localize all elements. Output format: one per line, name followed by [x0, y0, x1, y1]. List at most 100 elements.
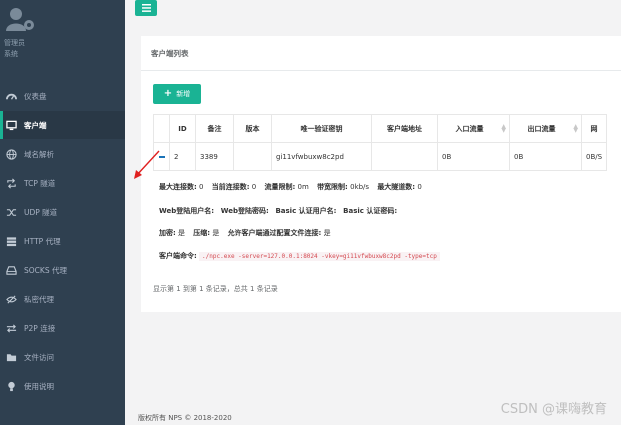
user-settings-icon	[6, 8, 34, 31]
flow-limit-value: 0m	[297, 183, 309, 191]
client-table: ID 备注 版本 唯一验证密钥 客户端地址 入口流量 ▲ ▼ 出口流量 ▲ ▼ 网 2 …	[153, 114, 608, 171]
encrypt-label: 加密:	[159, 229, 176, 237]
add-client-button[interactable]: + 新增	[153, 84, 201, 104]
col-address[interactable]: 客户端地址	[371, 114, 438, 143]
random-icon	[5, 206, 17, 218]
cell-remark: 3389	[195, 142, 234, 171]
sidebar: 管理员 系统 仪表盘 客户端 域名解析 TCP 隧道 UDP 隧道 HTTP 代…	[0, 0, 125, 425]
rate-limit-value: 0kb/s	[350, 183, 370, 191]
sidebar-item-label: UDP 隧道	[24, 207, 58, 217]
col-detail	[153, 114, 170, 143]
profile-username[interactable]: 管理员	[4, 38, 25, 48]
sidebar-item-domains[interactable]: 域名解析	[0, 140, 125, 168]
table-header-row: ID 备注 版本 唯一验证密钥 客户端地址 入口流量 ▲ ▼ 出口流量 ▲ ▼ 网	[153, 114, 608, 143]
client-list-panel: 客户端列表 + 新增 ID 备注 版本 唯一验证密钥 客户端地址 入口流量 ▲ ▼ …	[141, 36, 621, 312]
eye-slash-icon	[5, 293, 17, 305]
max-conn-label: 最大连接数:	[159, 183, 197, 191]
sidebar-item-label: SOCKS 代理	[24, 265, 67, 275]
retweet-icon	[5, 177, 17, 189]
sidebar-item-label: 仪表盘	[24, 91, 47, 101]
lightbulb-icon	[5, 380, 17, 392]
encrypt-value: 是	[178, 229, 186, 237]
cur-conn-label: 当前连接数:	[211, 183, 250, 191]
desktop-icon	[5, 119, 17, 131]
config-conn-value: 是	[323, 229, 331, 237]
max-conn-value: 0	[199, 183, 204, 191]
detail-auth: Web登陆用户名: Web登陆密码: Basic 认证用户名: Basic 认证…	[159, 206, 621, 216]
table-row: 2 3389 gi11vfwbuxw8c2pd 0B 0B 0B/S	[153, 142, 608, 171]
add-client-label: 新增	[176, 90, 191, 98]
folder-icon	[5, 351, 17, 363]
watermark: CSDN @课嗨教育	[500, 402, 607, 417]
sidebar-item-label: P2P 连接	[24, 323, 56, 333]
annotation-arrow	[134, 150, 160, 179]
rate-limit-label: 带宽限制:	[317, 183, 348, 191]
compress-value: 是	[212, 229, 220, 237]
sidebar-item-tcp[interactable]: TCP 隧道	[0, 169, 125, 197]
sidebar-item-label: TCP 隧道	[24, 178, 56, 188]
sort-icon: ▲ ▼	[573, 123, 578, 134]
max-tunnel-value: 0	[417, 183, 422, 191]
sidebar-item-label: 使用说明	[24, 381, 54, 391]
cell-id: 2	[169, 142, 196, 171]
globe-icon	[5, 148, 17, 160]
profile-role: 系统	[4, 50, 18, 58]
sidebar-item-http[interactable]: HTTP 代理	[0, 227, 125, 255]
detail-command: 客户端命令: ./npc.exe -server=127.0.0.1:8024 …	[159, 251, 621, 261]
config-conn-label: 允许客户端通过配置文件连接:	[227, 229, 322, 237]
sidebar-item-files[interactable]: 文件访问	[0, 343, 125, 371]
col-version[interactable]: 版本	[233, 114, 272, 143]
col-remark[interactable]: 备注	[195, 114, 234, 143]
col-inlet-label: 入口流量	[455, 124, 484, 133]
col-speed[interactable]: 网	[580, 114, 608, 143]
sort-icon: ▲ ▼	[501, 123, 506, 134]
flow-limit-label: 流量限制:	[264, 183, 296, 191]
sidebar-item-label: 私密代理	[24, 294, 54, 304]
cell-outlet: 0B	[509, 142, 582, 171]
sidebar-item-label: HTTP 代理	[24, 236, 61, 246]
cmd-label: 客户端命令:	[159, 252, 197, 260]
panel-title: 客户端列表	[151, 49, 189, 58]
cell-address	[371, 142, 438, 171]
sidebar-item-udp[interactable]: UDP 隧道	[0, 198, 125, 226]
sidebar-item-dashboard[interactable]: 仪表盘	[0, 82, 125, 110]
cell-speed: 0B/S	[580, 142, 608, 171]
sidebar-item-label: 文件访问	[24, 352, 54, 362]
col-outlet[interactable]: 出口流量 ▲ ▼	[509, 114, 582, 143]
profile: 管理员 系统	[0, 0, 125, 68]
cur-conn-value: 0	[251, 183, 257, 191]
server-icon	[5, 235, 17, 247]
hdd-icon	[5, 264, 17, 276]
sidebar-item-help[interactable]: 使用说明	[0, 372, 125, 400]
detail-limits: 最大连接数: 0 当前连接数: 0 流量限制: 0m 带宽限制: 0kb/s 最…	[159, 182, 621, 192]
basic-pass-label: Basic 认证密码:	[343, 207, 398, 215]
exchange-icon	[5, 322, 17, 334]
detail-options: 加密: 是 压缩: 是 允许客户端通过配置文件连接: 是	[159, 228, 621, 238]
sidebar-item-label: 客户端	[24, 120, 47, 130]
basic-user-label: Basic 认证用户名:	[275, 207, 337, 215]
bars-icon	[141, 4, 151, 12]
cell-inlet: 0B	[437, 142, 510, 171]
menu-toggle-button[interactable]	[135, 0, 157, 16]
pagination-summary: 显示第 1 到第 1 条记录，总共 1 条记录	[153, 285, 278, 293]
sidebar-item-private[interactable]: 私密代理	[0, 285, 125, 313]
sidebar-item-p2p[interactable]: P2P 连接	[0, 314, 125, 342]
panel-divider	[141, 70, 621, 71]
cmd-value[interactable]: ./npc.exe -server=127.0.0.1:8024 -vkey=g…	[199, 252, 440, 261]
col-id[interactable]: ID	[169, 114, 196, 143]
col-inlet[interactable]: 入口流量 ▲ ▼	[437, 114, 510, 143]
cell-vkey: gi11vfwbuxw8c2pd	[271, 142, 372, 171]
col-vkey[interactable]: 唯一验证密钥	[271, 114, 372, 143]
cell-version	[233, 142, 272, 171]
sidebar-item-clients[interactable]: 客户端	[0, 111, 125, 139]
col-outlet-label: 出口流量	[527, 124, 556, 133]
plus-icon: +	[163, 88, 173, 99]
dashboard-icon	[5, 90, 17, 102]
max-tunnel-label: 最大隧道数:	[377, 183, 416, 191]
web-user-label: Web登陆用户名:	[159, 207, 215, 215]
compress-label: 压缩:	[193, 229, 211, 237]
sidebar-item-socks[interactable]: SOCKS 代理	[0, 256, 125, 284]
web-pass-label: Web登陆密码:	[220, 207, 269, 215]
footer-copyright: 版权所有 NPS © 2018-2020	[138, 414, 232, 422]
sidebar-item-label: 域名解析	[24, 149, 54, 159]
